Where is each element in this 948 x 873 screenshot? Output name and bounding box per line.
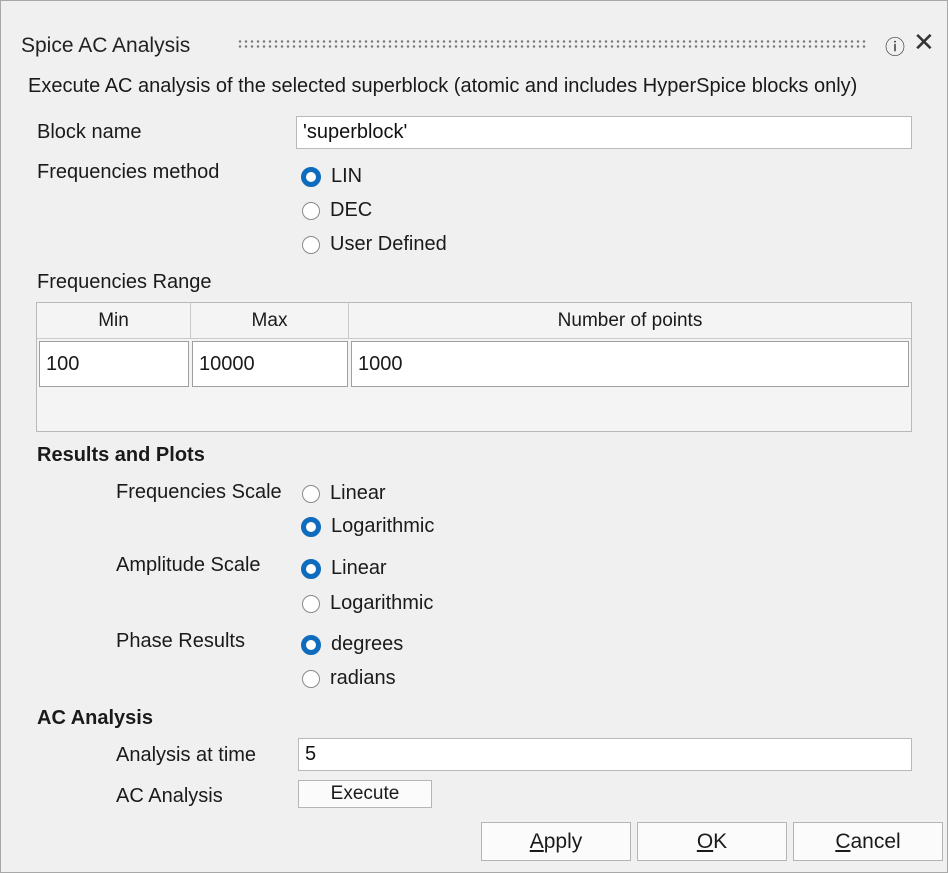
dialog-description: Execute AC analysis of the selected supe… xyxy=(28,75,858,97)
radio-dec-indicator xyxy=(302,201,320,220)
analysis-time-label: Analysis at time xyxy=(116,744,257,766)
drag-grip[interactable] xyxy=(237,39,867,49)
ac-heading: AC Analysis xyxy=(37,707,153,729)
radio-amp-linear-indicator xyxy=(301,558,321,579)
radio-amp-log-indicator xyxy=(302,594,320,613)
cancel-button[interactable]: Cancel xyxy=(793,822,943,861)
col-max[interactable]: Max xyxy=(191,303,349,339)
close-icon[interactable]: ✕ xyxy=(913,29,935,55)
radio-dec[interactable]: DEC xyxy=(302,199,372,222)
radio-lin-label: LIN xyxy=(331,165,363,187)
radio-user-defined-label: User Defined xyxy=(330,233,447,255)
radio-degrees-label: degrees xyxy=(331,633,404,655)
results-heading: Results and Plots xyxy=(37,444,205,466)
radio-dec-label: DEC xyxy=(330,199,373,221)
spice-ac-dialog: Spice AC Analysis ⓘ ✕ Execute AC analysi… xyxy=(0,0,948,873)
cancel-label-rest: ancel xyxy=(850,829,901,853)
radio-user-defined-indicator xyxy=(302,235,320,254)
radio-amp-log[interactable]: Logarithmic xyxy=(302,592,433,615)
radio-amp-linear[interactable]: Linear xyxy=(301,557,387,580)
cancel-mnemonic: C xyxy=(835,829,851,853)
window-title: Spice AC Analysis xyxy=(21,34,191,57)
radio-degrees-indicator xyxy=(301,634,321,655)
radio-freq-log-indicator xyxy=(301,516,321,537)
phase-label: Phase Results xyxy=(116,630,245,652)
block-name-input[interactable] xyxy=(296,116,912,149)
ok-label-rest: K xyxy=(713,829,728,853)
apply-button[interactable]: Apply xyxy=(481,822,631,861)
col-min[interactable]: Min xyxy=(37,303,191,339)
radio-radians[interactable]: radians xyxy=(302,667,396,690)
apply-mnemonic: A xyxy=(529,829,544,853)
radio-amp-linear-label: Linear xyxy=(331,557,387,579)
radio-radians-indicator xyxy=(302,669,320,688)
cell-max[interactable]: 10000 xyxy=(192,341,348,387)
cell-points[interactable]: 1000 xyxy=(351,341,909,387)
radio-lin-indicator xyxy=(301,166,321,187)
freq-range-table: Min Max Number of points 100 10000 1000 xyxy=(36,302,912,432)
radio-lin[interactable]: LIN xyxy=(301,165,362,188)
ok-button[interactable]: OK xyxy=(637,822,787,861)
help-circle-icon[interactable]: ⓘ xyxy=(885,31,905,60)
amp-scale-label: Amplitude Scale xyxy=(116,554,261,576)
freq-scale-label: Frequencies Scale xyxy=(116,481,282,503)
radio-freq-linear[interactable]: Linear xyxy=(302,482,386,505)
radio-freq-linear-label: Linear xyxy=(330,482,386,504)
radio-degrees[interactable]: degrees xyxy=(301,633,403,656)
radio-radians-label: radians xyxy=(330,667,396,689)
col-points[interactable]: Number of points xyxy=(349,303,911,339)
freq-method-label: Frequencies method xyxy=(37,161,220,183)
radio-freq-log-label: Logarithmic xyxy=(331,515,435,537)
freq-range-label: Frequencies Range xyxy=(37,271,212,293)
ok-mnemonic: O xyxy=(696,829,714,853)
radio-freq-log[interactable]: Logarithmic xyxy=(301,515,434,538)
radio-user-defined[interactable]: User Defined xyxy=(302,233,447,256)
execute-button[interactable]: Execute xyxy=(298,780,432,808)
analysis-time-input[interactable] xyxy=(298,738,912,771)
cell-min[interactable]: 100 xyxy=(39,341,189,387)
ac-analysis-label: AC Analysis xyxy=(116,785,223,807)
apply-label-rest: pply xyxy=(543,829,583,853)
block-name-label: Block name xyxy=(37,121,142,143)
radio-amp-log-label: Logarithmic xyxy=(330,592,434,614)
radio-freq-linear-indicator xyxy=(302,484,320,503)
